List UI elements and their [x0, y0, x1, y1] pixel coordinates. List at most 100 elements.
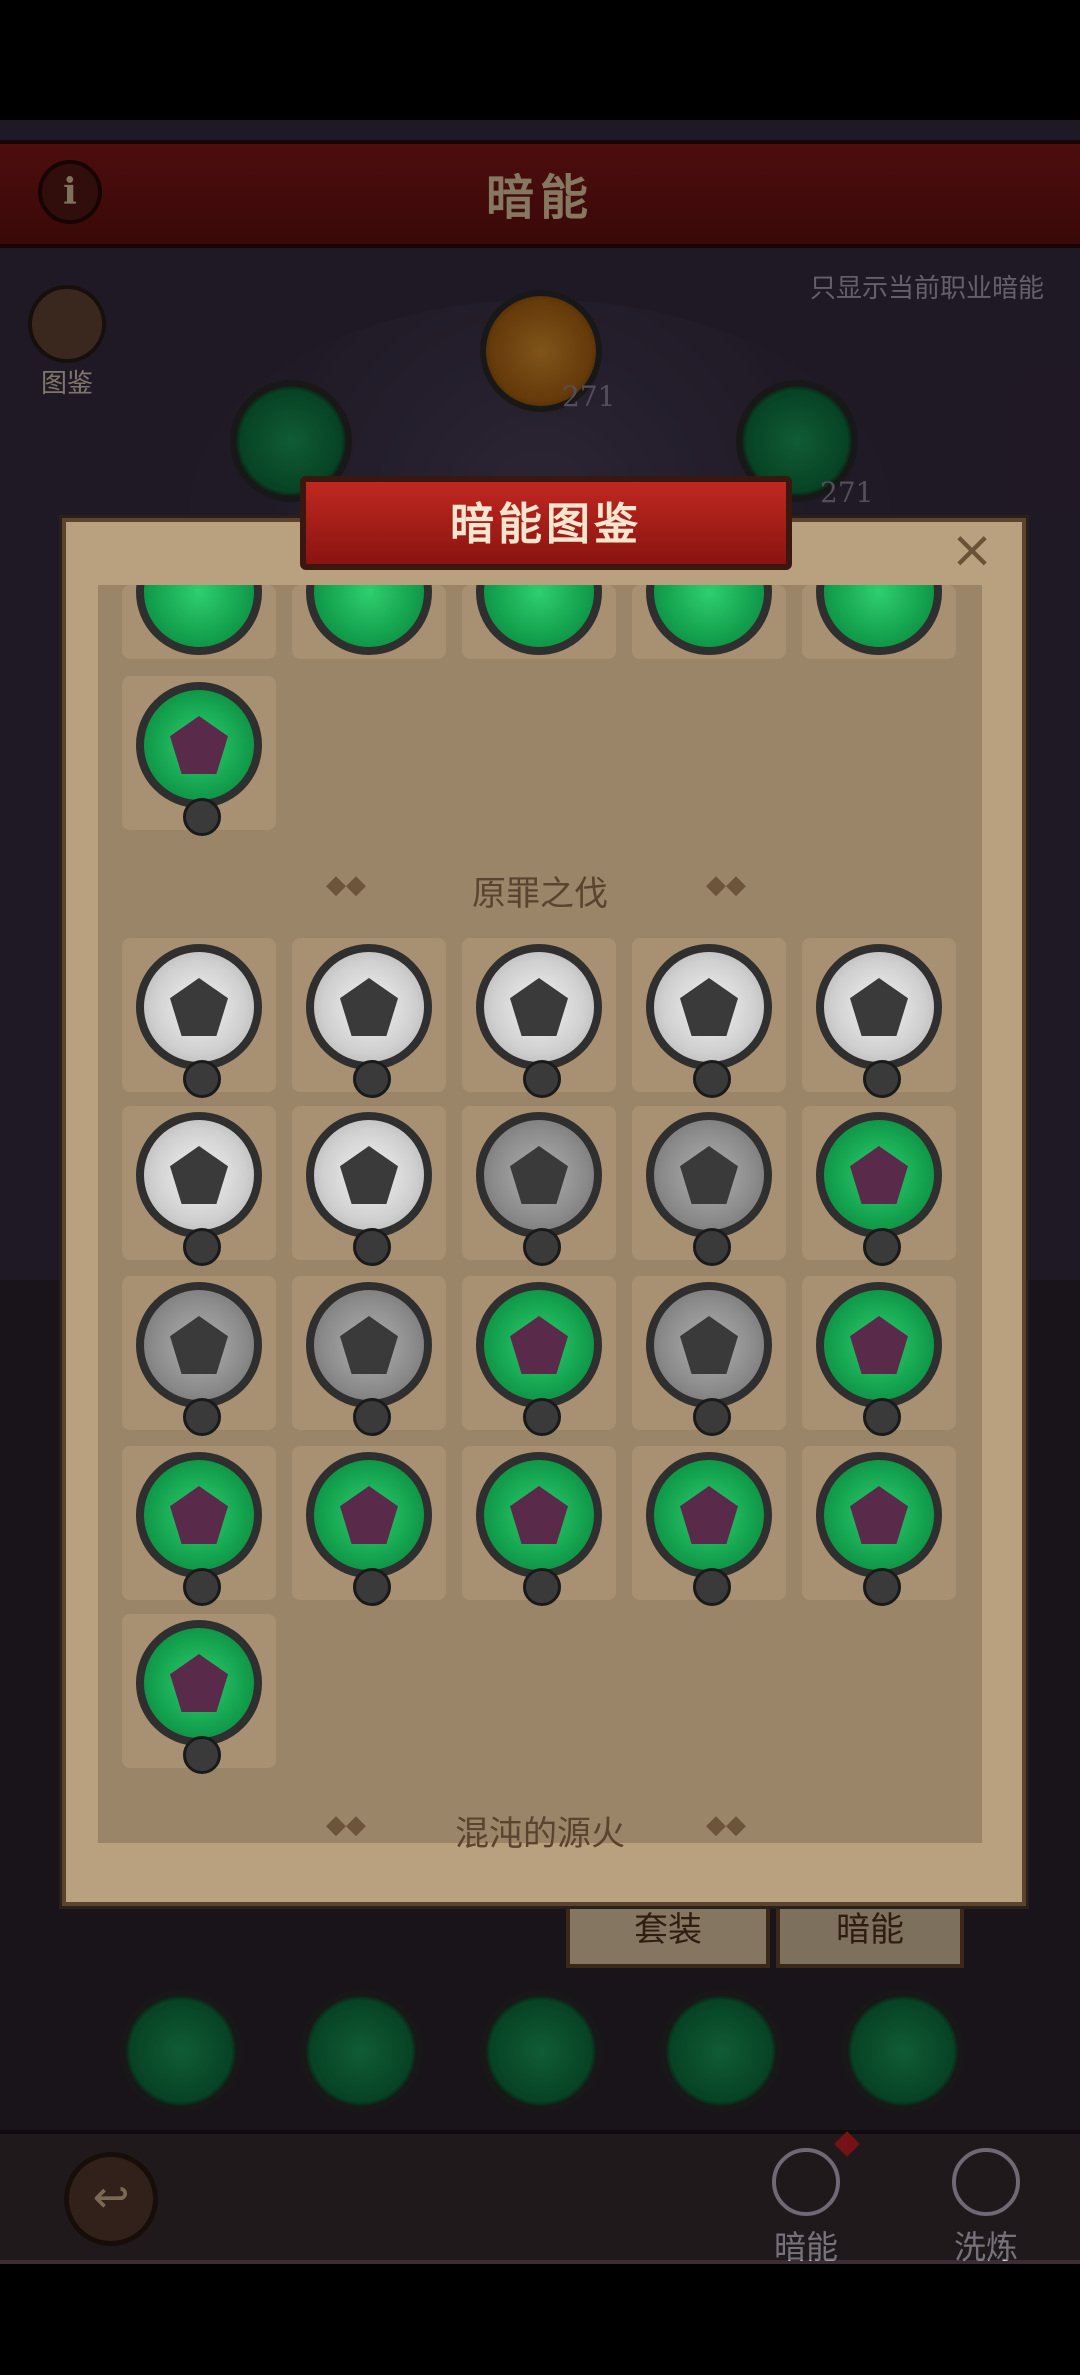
armor-piece-icon — [340, 1146, 398, 1204]
rank-pip-icon — [863, 1060, 901, 1098]
section-title: 混沌的源火 — [455, 1814, 625, 1854]
section-title: 原罪之伐 — [472, 874, 608, 914]
dark-energy-badge-icon — [816, 1452, 942, 1578]
codex-slot[interactable] — [122, 938, 276, 1098]
rank-pip-icon — [523, 1568, 561, 1606]
ornament-icon: ◆◆ — [326, 870, 366, 900]
armor-piece-icon — [340, 978, 398, 1036]
armor-piece-icon — [510, 1486, 568, 1544]
codex-slot[interactable] — [632, 1446, 786, 1606]
dark-energy-badge-icon — [816, 585, 942, 655]
armor-piece-icon — [340, 1486, 398, 1544]
codex-slot-partial[interactable] — [802, 585, 956, 659]
codex-slot[interactable] — [292, 1276, 446, 1436]
armor-piece-icon — [170, 1316, 228, 1374]
armor-piece-icon — [680, 1146, 738, 1204]
dark-energy-badge-icon — [646, 1282, 772, 1408]
dark-energy-badge-icon — [136, 585, 262, 655]
dark-energy-badge-icon — [306, 1452, 432, 1578]
codex-slot[interactable] — [462, 1276, 616, 1436]
codex-slot-partial[interactable] — [292, 585, 446, 659]
codex-slot[interactable] — [292, 1446, 446, 1606]
armor-piece-icon — [680, 1486, 738, 1544]
ornament-icon: ◆◆ — [706, 870, 746, 900]
rank-pip-icon — [353, 1228, 391, 1266]
dark-energy-badge-icon — [646, 1112, 772, 1238]
dark-energy-badge-icon — [476, 1452, 602, 1578]
ornament-icon: ◆◆ — [706, 1810, 746, 1840]
codex-slot[interactable] — [802, 1446, 956, 1606]
dark-energy-badge-icon — [136, 1620, 262, 1746]
armor-piece-icon — [850, 1146, 908, 1204]
codex-slot[interactable] — [802, 938, 956, 1098]
armor-piece-icon — [510, 1316, 568, 1374]
rank-pip-icon — [183, 798, 221, 836]
codex-slot[interactable] — [122, 1106, 276, 1266]
dark-energy-badge-icon — [816, 1112, 942, 1238]
dark-energy-badge-icon — [306, 1282, 432, 1408]
dark-energy-badge-icon — [646, 585, 772, 655]
dark-energy-badge-icon — [816, 1282, 942, 1408]
armor-piece-icon — [170, 716, 228, 774]
armor-piece-icon — [680, 978, 738, 1036]
dark-energy-badge-icon — [136, 1112, 262, 1238]
dark-energy-badge-icon — [136, 1282, 262, 1408]
armor-piece-icon — [850, 978, 908, 1036]
armor-piece-icon — [510, 1146, 568, 1204]
close-icon[interactable]: × — [946, 524, 998, 576]
dark-energy-badge-icon — [646, 1452, 772, 1578]
rank-pip-icon — [183, 1736, 221, 1774]
rank-pip-icon — [353, 1398, 391, 1436]
codex-slot[interactable] — [292, 1106, 446, 1266]
codex-slot[interactable] — [122, 1446, 276, 1606]
rank-pip-icon — [863, 1398, 901, 1436]
rank-pip-icon — [693, 1568, 731, 1606]
armor-piece-icon — [850, 1316, 908, 1374]
armor-piece-icon — [170, 1486, 228, 1544]
rank-pip-icon — [183, 1568, 221, 1606]
rank-pip-icon — [183, 1398, 221, 1436]
rank-pip-icon — [523, 1398, 561, 1436]
rank-pip-icon — [183, 1060, 221, 1098]
dark-energy-badge-icon — [476, 1112, 602, 1238]
codex-slot-partial[interactable] — [632, 585, 786, 659]
rank-pip-icon — [693, 1228, 731, 1266]
codex-slot[interactable] — [292, 938, 446, 1098]
rank-pip-icon — [863, 1568, 901, 1606]
dark-energy-badge-icon — [646, 944, 772, 1070]
dark-energy-badge-icon — [306, 1112, 432, 1238]
dark-energy-badge-icon — [476, 1282, 602, 1408]
ornament-icon: ◆◆ — [326, 1810, 366, 1840]
dark-energy-badge-icon — [136, 1452, 262, 1578]
dark-energy-badge-icon — [306, 944, 432, 1070]
codex-slot[interactable] — [802, 1106, 956, 1266]
dark-energy-badge-icon — [306, 585, 432, 655]
rank-pip-icon — [523, 1060, 561, 1098]
armor-piece-icon — [680, 1316, 738, 1374]
codex-slot[interactable] — [462, 1446, 616, 1606]
rank-pip-icon — [523, 1228, 561, 1266]
codex-slot[interactable] — [632, 1276, 786, 1436]
codex-slot[interactable] — [122, 1614, 276, 1774]
armor-piece-icon — [510, 978, 568, 1036]
modal-title: 暗能图鉴 — [450, 499, 642, 550]
codex-slot-partial[interactable] — [462, 585, 616, 659]
dark-energy-badge-icon — [816, 944, 942, 1070]
codex-slot[interactable] — [802, 1276, 956, 1436]
rank-pip-icon — [183, 1228, 221, 1266]
dark-energy-badge-icon — [476, 585, 602, 655]
codex-slot[interactable] — [122, 676, 276, 836]
codex-slot[interactable] — [632, 938, 786, 1098]
codex-slot[interactable] — [632, 1106, 786, 1266]
codex-slot-partial[interactable] — [122, 585, 276, 659]
codex-slot[interactable] — [462, 1106, 616, 1266]
armor-piece-icon — [170, 1146, 228, 1204]
codex-slot[interactable] — [462, 938, 616, 1098]
armor-piece-icon — [170, 978, 228, 1036]
dark-energy-badge-icon — [476, 944, 602, 1070]
rank-pip-icon — [693, 1060, 731, 1098]
armor-piece-icon — [340, 1316, 398, 1374]
codex-slot[interactable] — [122, 1276, 276, 1436]
rank-pip-icon — [863, 1228, 901, 1266]
dark-energy-badge-icon — [136, 682, 262, 808]
